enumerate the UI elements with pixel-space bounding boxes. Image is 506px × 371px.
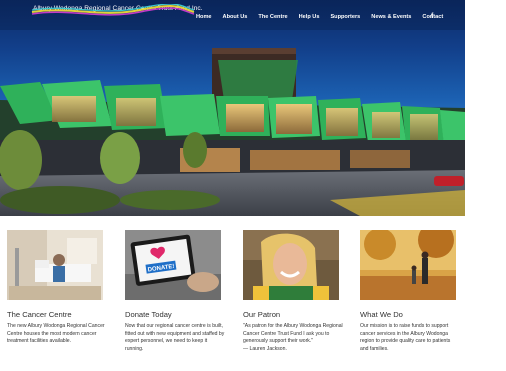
nav-home[interactable]: Home xyxy=(196,14,212,20)
facebook-icon[interactable]: f xyxy=(431,13,433,20)
card-title[interactable]: Our Patron xyxy=(243,310,280,319)
nav-supporters[interactable]: Supporters xyxy=(330,14,360,20)
card-text: Now that our regional cancer centre is b… xyxy=(125,323,225,352)
card-text: Our mission is to raise funds to support… xyxy=(360,323,451,352)
hero-banner: Albury Wodonga Regional Cancer Centre Tr… xyxy=(0,0,465,216)
logo-swoosh-icon xyxy=(31,4,195,16)
card-title[interactable]: The Cancer Centre xyxy=(7,310,72,319)
nav-the-centre[interactable]: The Centre xyxy=(258,14,287,20)
site-logo[interactable]: Albury Wodonga Regional Cancer Centre Tr… xyxy=(30,4,203,28)
card-title[interactable]: What We Do xyxy=(360,310,403,319)
nav-news-events[interactable]: News & Events xyxy=(371,14,411,20)
autumn-walk-photo-icon[interactable] xyxy=(360,230,456,300)
patron-attribution: — Lauren Jackson. xyxy=(243,345,287,352)
nav-about-us[interactable]: About Us xyxy=(223,14,248,20)
patron-portrait-photo-icon[interactable] xyxy=(243,230,339,300)
card-title[interactable]: Donate Today xyxy=(125,310,172,319)
card-text: "As patron for the Albury Wodonga Region… xyxy=(243,323,343,353)
card-text: The new Albury Wodonga Regional Cancer C… xyxy=(7,323,105,345)
patron-quote: "As patron for the Albury Wodonga Region… xyxy=(243,323,343,345)
nav-help-us[interactable]: Help Us xyxy=(299,14,320,20)
main-nav: Home About Us The Centre Help Us Support… xyxy=(196,14,454,20)
building-photo-icon xyxy=(0,48,465,216)
hospital-room-photo-icon[interactable] xyxy=(7,230,103,300)
tablet-donate-photo-icon[interactable]: DONATE! xyxy=(125,230,221,300)
